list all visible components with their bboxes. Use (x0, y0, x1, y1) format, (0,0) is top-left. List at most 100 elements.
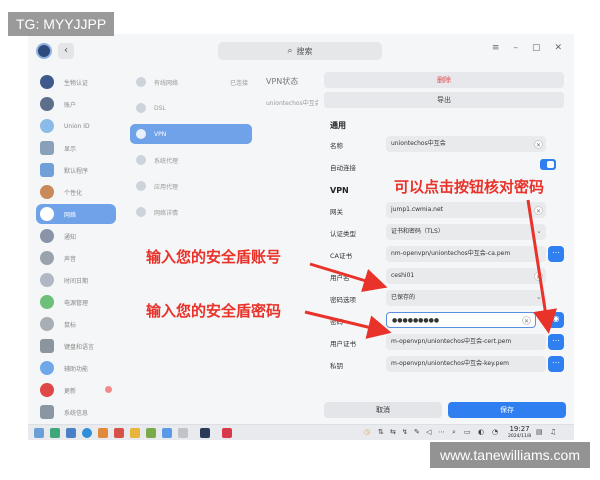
app-icon[interactable] (162, 428, 172, 438)
sidebar-item-label: 个性化 (64, 189, 83, 197)
private-key-label: 私钥 (330, 362, 343, 370)
export-button[interactable]: 导出 (324, 92, 564, 108)
username-label: 用户名 (330, 274, 350, 282)
app-icon[interactable] (66, 428, 76, 438)
subnav-item-system-proxy[interactable]: 系统代理 (130, 150, 252, 170)
name-field[interactable]: uniontechos中互会 (386, 136, 546, 152)
tray-icon[interactable]: ◐ (478, 428, 484, 436)
sidebar-item-unionid[interactable]: Union ID (36, 116, 116, 136)
browse-ca-button[interactable]: ⋯ (548, 246, 564, 262)
notification-icon[interactable]: ♫ (550, 428, 556, 436)
private-key-field[interactable]: m-openvpn/uniontechos中互会-key.pem (386, 356, 546, 372)
launcher-icon[interactable] (34, 428, 44, 438)
connection-status: 已连接 (229, 79, 248, 87)
browser-icon[interactable] (82, 428, 92, 438)
subnav-label: 有线网络 (154, 79, 179, 87)
tray-icon[interactable]: ◷ (364, 428, 370, 436)
sidebar-item-notifications[interactable]: 通知 (36, 226, 116, 246)
title-bar: ‹ ⌕ 搜索 ≡ – ▢ ✕ (28, 34, 574, 68)
subnav-item-dsl[interactable]: DSL (130, 98, 252, 118)
apps-icon (40, 163, 54, 177)
close-icon[interactable]: ✕ (554, 43, 562, 53)
chevron-down-icon: ⌄ (536, 293, 542, 301)
password-label: 密码 (330, 318, 343, 326)
vpn-connection-item[interactable]: uniontechos中互会 (266, 98, 318, 107)
sidebar-item-display[interactable]: 显示 (36, 138, 116, 158)
sidebar-item-mouse[interactable]: 鼠标 (36, 314, 116, 334)
desktop-icon[interactable] (50, 428, 60, 438)
tray-icon[interactable]: ◔ (492, 428, 498, 436)
info-icon (40, 405, 54, 419)
sidebar-item-sound[interactable]: 声音 (36, 248, 116, 268)
save-button[interactable]: 保存 (448, 402, 566, 418)
app-icon[interactable] (130, 428, 140, 438)
autoconnect-toggle[interactable] (540, 159, 556, 170)
username-field[interactable]: ceshi01 (386, 268, 546, 284)
search-input[interactable]: ⌕ 搜索 (218, 42, 382, 60)
gateway-field[interactable]: jump1.cwmia.net (386, 202, 546, 218)
autoconnect-label: 自动连接 (330, 164, 356, 172)
ca-cert-field[interactable]: nm-openvpn/uniontechos中互会-ca.pem (386, 246, 546, 262)
clear-icon[interactable]: ✕ (534, 272, 543, 281)
tray-icon[interactable]: ⋯ (438, 428, 445, 436)
sidebar-item-biometric[interactable]: 生物认证 (36, 72, 116, 92)
back-button[interactable]: ‹ (58, 43, 74, 59)
password-field[interactable]: ●●●●●●●●● (386, 312, 536, 328)
subnav-item-app-proxy[interactable]: 应用代理 (130, 176, 252, 196)
clock-time: 19:27 (509, 425, 530, 433)
menu-icon[interactable]: ≡ (492, 43, 500, 53)
sidebar-item-keyboard[interactable]: 键盘和语言 (36, 336, 116, 356)
password-option-label: 密码选项 (330, 296, 356, 304)
sidebar-item-label: 生物认证 (64, 79, 89, 87)
sidebar-item-network[interactable]: 网络 (36, 204, 116, 224)
search-icon[interactable]: ⌕ (452, 428, 456, 437)
show-password-button[interactable]: ◉ (548, 312, 564, 328)
browse-key-button[interactable]: ⋯ (548, 356, 564, 372)
minimize-icon[interactable]: – (513, 43, 518, 53)
cancel-button[interactable]: 取消 (324, 402, 442, 418)
sidebar-item-update[interactable]: 更新 (36, 380, 116, 400)
annotation-enter-password: 输入您的安全盾密码 (146, 302, 282, 320)
sidebar-item-personalization[interactable]: 个性化 (36, 182, 116, 202)
subnav-item-vpn[interactable]: VPN (130, 124, 252, 144)
app-proxy-icon (136, 181, 146, 191)
tray-icon[interactable]: ↯ (402, 428, 408, 436)
clear-icon[interactable]: ✕ (522, 316, 531, 325)
volume-icon[interactable]: ◁ (426, 428, 431, 436)
fingerprint-icon (40, 75, 54, 89)
sidebar: 生物认证 账户 Union ID 显示 默认程序 个性化 网络 通知 声音 时间… (28, 68, 124, 424)
browse-cert-button[interactable]: ⋯ (548, 334, 564, 350)
tray-icon[interactable]: ▤ (536, 428, 543, 436)
app-icon[interactable] (114, 428, 124, 438)
taskbar-clock[interactable]: 19:27 2024/11/8 (508, 425, 531, 440)
clear-icon[interactable]: ✕ (534, 140, 543, 149)
user-cert-field[interactable]: m-openvpn/uniontechos中互会-cert.pem (386, 334, 546, 350)
files-icon[interactable] (98, 428, 108, 438)
tray-icon[interactable]: ✎ (414, 428, 420, 436)
sidebar-item-system-info[interactable]: 系统信息 (36, 402, 116, 422)
sidebar-item-default-apps[interactable]: 默认程序 (36, 160, 116, 180)
password-option-select[interactable]: 已保存的 (386, 290, 546, 306)
tray-icon[interactable]: ▭ (464, 428, 471, 436)
eye-icon: ◉ (552, 314, 560, 323)
app-icon[interactable] (222, 428, 232, 438)
sidebar-item-label: 网络 (64, 211, 77, 219)
sidebar-item-accounts[interactable]: 账户 (36, 94, 116, 114)
settings-app-icon[interactable] (200, 428, 210, 438)
ethernet-icon (136, 77, 146, 87)
sidebar-item-power[interactable]: 电源管理 (36, 292, 116, 312)
app-icon[interactable] (178, 428, 188, 438)
maximize-icon[interactable]: ▢ (532, 43, 541, 53)
clear-icon[interactable]: ✕ (534, 206, 543, 215)
sidebar-item-accessibility[interactable]: 辅助功能 (36, 358, 116, 378)
search-placeholder: 搜索 (296, 46, 313, 56)
auth-type-select[interactable]: 证书和密码（TLS） (386, 224, 546, 240)
subnav-item-wired[interactable]: 有线网络 已连接 (130, 72, 252, 92)
tray-icon[interactable]: ⇅ (378, 428, 384, 436)
app-icon[interactable] (146, 428, 156, 438)
tray-icon[interactable]: ⇆ (390, 428, 396, 436)
sidebar-item-datetime[interactable]: 时间日期 (36, 270, 116, 290)
subnav-item-network-details[interactable]: 网络详情 (130, 202, 252, 222)
delete-button[interactable]: 删除 (324, 72, 564, 88)
watermark-top-left: TG: MYYJJPP (8, 12, 115, 36)
